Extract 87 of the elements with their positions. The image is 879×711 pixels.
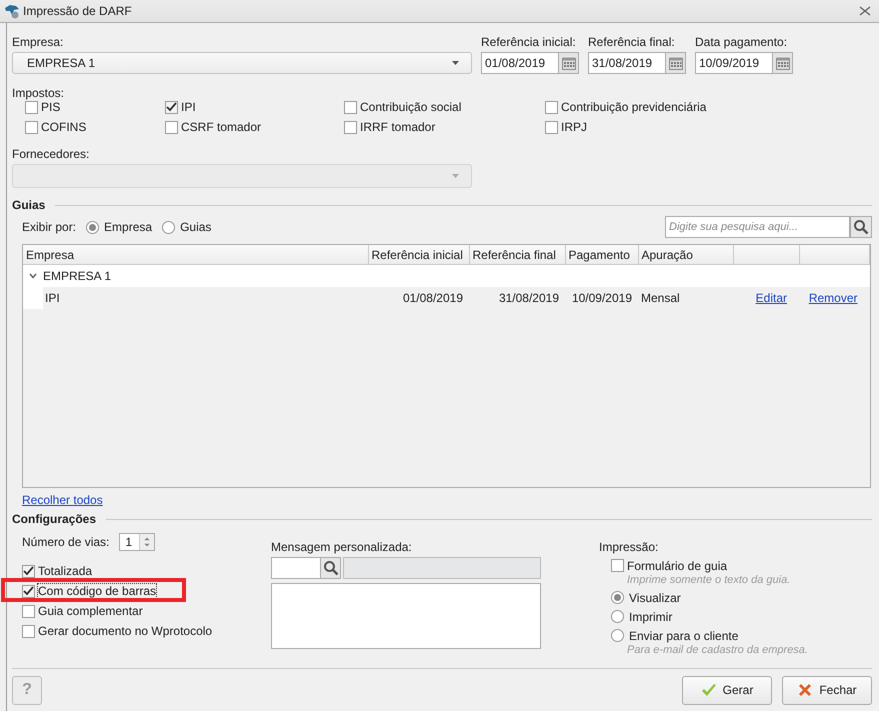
table-cell: Mensal — [641, 291, 680, 305]
checkbox-label: PIS — [41, 100, 60, 114]
calendar-button[interactable] — [559, 52, 579, 74]
checkbox[interactable] — [611, 559, 624, 572]
copies-spinner[interactable]: 1 — [119, 533, 156, 551]
checkbox[interactable] — [344, 120, 357, 134]
message-search-field[interactable] — [271, 557, 321, 579]
calendar-button[interactable] — [773, 52, 793, 74]
column-header[interactable]: Referência inicial — [368, 245, 469, 264]
checkbox[interactable] — [545, 120, 558, 134]
checkbox-label: Contribuição social — [360, 100, 462, 114]
radio-label: Imprimir — [629, 610, 672, 624]
field-label: Referência inicial: — [481, 35, 576, 49]
checkbox[interactable] — [22, 624, 35, 638]
field-label: Número de vias: — [22, 535, 110, 549]
hint-text: Imprime somente o texto da guia. — [626, 574, 792, 586]
checkbox[interactable] — [22, 564, 35, 578]
field-label: Fornecedores: — [12, 147, 90, 161]
checkbox-label: Com código de barras — [38, 584, 156, 598]
radio-button[interactable] — [611, 610, 624, 623]
close-icon[interactable] — [859, 6, 871, 16]
calendar-button[interactable] — [666, 52, 686, 74]
radio-label: Visualizar — [629, 590, 681, 604]
radio-label: Empresa — [104, 220, 152, 234]
search-field[interactable]: Digite sua pesquisa aqui... — [665, 216, 850, 238]
table-cell: 10/09/2019 — [572, 291, 632, 305]
check-icon — [700, 683, 717, 697]
checkbox[interactable] — [165, 120, 178, 134]
radio-button[interactable] — [611, 591, 624, 604]
hint-text: Para e-mail de cadastro da empresa. — [626, 644, 808, 656]
caret-icon — [452, 174, 459, 178]
company-dropdown[interactable]: EMPRESA 1 — [12, 52, 472, 74]
column-header[interactable]: Referência final — [469, 245, 565, 264]
date-field[interactable]: 31/08/2019 — [588, 52, 666, 74]
chevron-icon[interactable] — [29, 273, 37, 279]
checkbox[interactable] — [25, 100, 38, 114]
caret-icon — [452, 61, 459, 65]
checkbox-label: Totalizada — [38, 564, 92, 578]
date-field[interactable]: 01/08/2019 — [481, 52, 559, 74]
radio-button[interactable] — [611, 629, 624, 642]
radio-button[interactable] — [162, 220, 176, 234]
checkbox-label: IPI — [181, 100, 196, 114]
action-link[interactable]: Remover — [808, 291, 858, 305]
checkbox-label: IRPJ — [561, 120, 588, 134]
window-title: Impressão de DARF — [23, 4, 132, 18]
group-label: EMPRESA 1 — [43, 269, 112, 283]
bird-icon — [4, 3, 20, 19]
checkbox[interactable] — [22, 584, 35, 598]
search-button[interactable] — [321, 557, 341, 579]
section-title: Configurações — [12, 512, 96, 526]
checkbox[interactable] — [22, 604, 35, 618]
generate-button[interactable]: Gerar — [682, 676, 772, 704]
checkbox[interactable] — [545, 100, 558, 114]
table-cell: 01/08/2019 — [402, 291, 463, 305]
checkbox-label: CSRF tomador — [181, 120, 262, 134]
field-label: Impressão: — [599, 540, 658, 554]
checkbox-label: Formulário de guia — [627, 558, 728, 572]
checkbox[interactable] — [25, 120, 38, 134]
field-label: Exibir por: — [22, 220, 76, 234]
radio-label: Guias — [180, 220, 212, 234]
collapse-all-link[interactable]: Recolher todos — [22, 493, 103, 507]
checkbox-label: Gerar documento no Wprotocolo — [38, 624, 212, 638]
radio-button[interactable] — [86, 220, 100, 234]
field-label: Referência final: — [588, 35, 675, 49]
spinner-arrows-icon[interactable] — [139, 534, 154, 550]
search-button[interactable] — [850, 216, 872, 238]
checkbox[interactable] — [344, 100, 357, 114]
field-label: Empresa: — [12, 35, 64, 49]
action-link[interactable]: Editar — [756, 291, 787, 305]
column-header[interactable]: Empresa — [23, 245, 368, 264]
close-button[interactable]: Fechar — [782, 676, 872, 704]
checkbox-label: Guia complementar — [38, 604, 143, 618]
checkbox-label: IRRF tomador — [360, 120, 436, 134]
checkbox-label: COFINS — [41, 120, 86, 134]
column-header[interactable]: Pagamento — [565, 245, 638, 264]
field-label: Data pagamento: — [695, 35, 788, 49]
radio-label: Enviar para o cliente — [629, 628, 738, 642]
section-title: Guias — [12, 198, 46, 212]
checkbox-label: Contribuição previdenciária — [561, 100, 706, 114]
date-field[interactable]: 10/09/2019 — [695, 52, 773, 74]
table-cell: IPI — [45, 291, 60, 305]
table-cell: 31/08/2019 — [498, 291, 559, 305]
checkbox[interactable] — [165, 100, 178, 114]
field-label: Impostos: — [12, 86, 64, 100]
field-label: Mensagem personalizada: — [271, 540, 412, 554]
close-icon — [797, 682, 814, 698]
column-header[interactable]: Apuração — [638, 245, 733, 264]
